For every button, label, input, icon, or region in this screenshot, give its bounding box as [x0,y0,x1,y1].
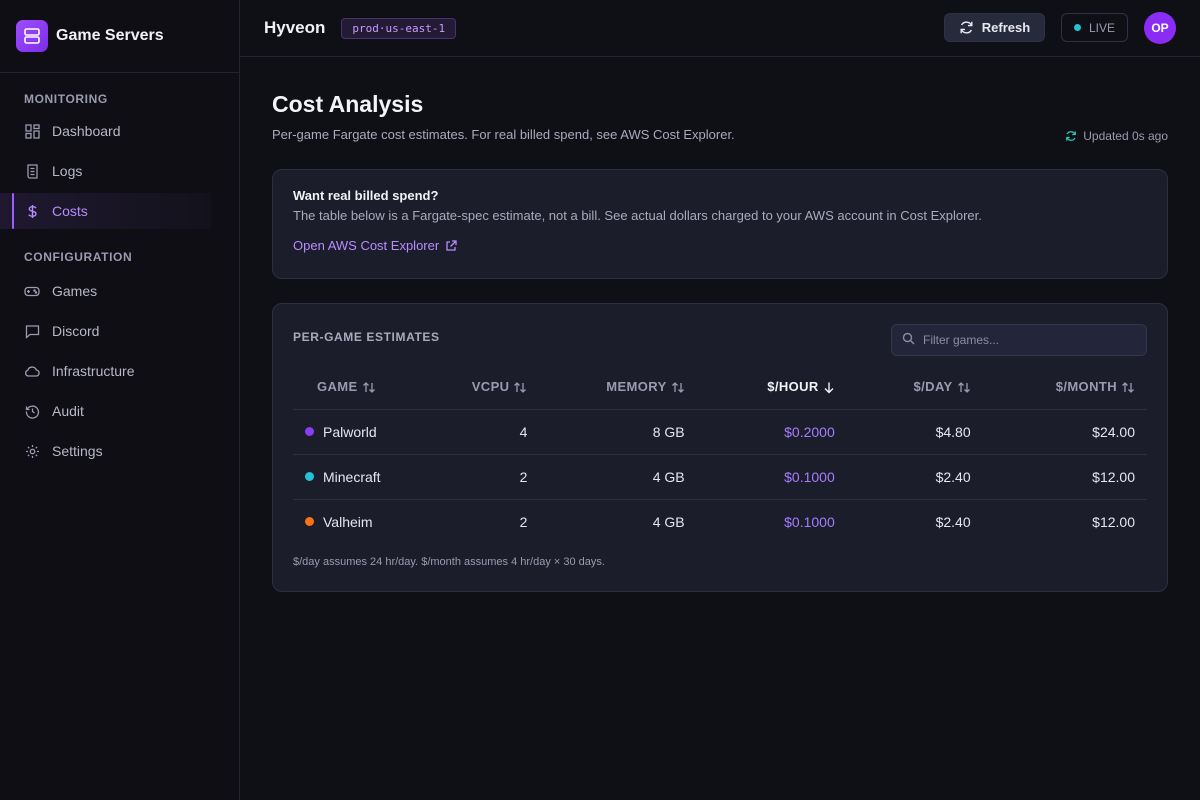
refresh-label: Refresh [981,20,1031,35]
vcpu-cell: 2 [386,454,540,500]
nav-section-configuration: CONFIGURATION [24,250,133,264]
column-header-memory[interactable]: MEMORY [539,364,697,410]
column-header-month[interactable]: $/MONTH [982,364,1147,410]
sort-icon [513,381,527,394]
estimates-title: PER-GAME ESTIMATES [293,330,440,344]
sidebar-item-dashboard[interactable]: Dashboard [0,113,211,149]
sidebar-item-label: Infrastructure [52,363,135,379]
external-link-icon [445,239,457,252]
table-row[interactable]: Minecraft 2 4 GB $0.1000 $2.40 $12.00 [293,454,1147,500]
hourly-cost-cell: $0.1000 [696,454,847,500]
estimates-footnote: $/day assumes 24 hr/day. $/month assumes… [293,556,605,568]
dashboard-icon [24,123,40,139]
live-indicator[interactable]: LIVE [1061,13,1128,42]
logs-icon [24,163,40,179]
table-row[interactable]: Valheim 2 4 GB $0.1000 $2.40 $12.00 [293,499,1147,544]
daily-cost-cell: $2.40 [846,454,983,500]
refresh-button[interactable]: Refresh [944,13,1045,42]
refresh-icon [959,20,974,35]
column-header-day[interactable]: $/DAY [846,364,983,410]
game-name: Palworld [323,423,377,440]
sidebar-item-label: Games [52,283,98,299]
sidebar-item-costs[interactable]: Costs [0,193,211,229]
sidebar-item-discord[interactable]: Discord [0,313,211,349]
chat-icon [24,323,40,339]
gear-icon [24,443,40,459]
main-content: Cost Analysis Per-game Fargate cost esti… [240,56,1200,800]
env-badge: prod·us-east-1 [341,17,457,39]
daily-cost-cell: $2.40 [935,513,971,530]
sidebar: Game Servers MONITORING Dashboard Logs C… [0,0,240,800]
sidebar-item-label: Discord [52,323,100,339]
sidebar-item-label: Audit [52,403,84,419]
updated-label: Updated 0s ago [1083,129,1168,143]
avatar[interactable]: OP [1144,12,1176,44]
game-color-dot [305,517,314,527]
cloud-icon [24,363,40,379]
hourly-cost-cell: $0.2000 [696,409,847,455]
cost-explorer-callout: Want real billed spend? The table below … [272,169,1168,279]
memory-cell: 4 GB [652,513,685,530]
monthly-cost-cell: $12.00 [1092,513,1135,530]
sidebar-item-logs[interactable]: Logs [0,153,211,189]
hourly-cost-cell: $0.1000 [784,513,835,530]
sidebar-item-label: Costs [52,203,88,219]
monthly-cost-cell: $12.00 [982,454,1147,500]
page-title: Cost Analysis [272,91,424,117]
vcpu-cell: 4 [386,409,540,455]
sidebar-item-games[interactable]: Games [0,273,211,309]
app-name: Hyveon [264,18,326,37]
live-dot-icon [1073,24,1081,31]
history-icon [24,403,40,419]
filter-games-input[interactable] [923,333,1143,347]
sidebar-item-audit[interactable]: Audit [0,393,211,429]
estimates-table: GAME VCPU MEMORY $/HOUR $/DAY $/MONTH Pa… [293,364,1147,544]
estimates-card: PER-GAME ESTIMATES GAME VCPU MEMORY $/HO… [272,303,1168,592]
sidebar-item-settings[interactable]: Settings [0,433,211,469]
cost-explorer-link[interactable]: Open AWS Cost Explorer [293,238,1147,253]
nav-section-monitoring: MONITORING [24,92,108,106]
filter-games-field[interactable] [891,324,1147,356]
daily-cost-cell: $4.80 [846,409,983,455]
dollar-icon [24,203,40,219]
search-icon [902,332,915,348]
table-row[interactable]: Palworld 4 8 GB $0.2000 $4.80 $24.00 [293,409,1147,455]
sort-icon [671,381,685,394]
callout-body: The table below is a Fargate-spec estima… [293,208,982,223]
server-logo-icon [16,20,48,52]
sidebar-item-label: Logs [52,163,83,179]
live-label: LIVE [1088,20,1115,35]
brand-title: Game Servers [56,27,164,44]
sort-desc-icon [823,381,835,394]
memory-cell: 4 GB [539,454,697,500]
game-name: Minecraft [323,468,381,485]
sort-icon [957,381,971,394]
callout-title: Want real billed spend? [293,188,439,203]
sort-icon [362,381,376,394]
column-header-game[interactable]: GAME [293,364,387,410]
memory-cell: 8 GB [539,409,697,455]
column-header-vcpu[interactable]: VCPU [386,364,540,410]
vcpu-cell: 2 [519,513,528,530]
cost-explorer-link-label: Open AWS Cost Explorer [293,238,440,253]
page-subtitle: Per-game Fargate cost estimates. For rea… [272,127,735,142]
sort-icon [1121,381,1135,394]
sidebar-item-label: Settings [52,443,103,459]
sidebar-item-label: Dashboard [52,123,121,139]
sync-icon [1065,130,1077,142]
sidebar-item-infrastructure[interactable]: Infrastructure [0,353,211,389]
topbar: Hyveon prod·us-east-1 Refresh LIVE OP [240,0,1200,56]
updated-status: Updated 0s ago [1065,129,1168,143]
game-name: Valheim [323,513,373,530]
brand[interactable]: Game Servers [0,0,239,73]
monthly-cost-cell: $24.00 [982,409,1147,455]
column-header-hour[interactable]: $/HOUR [696,364,847,410]
game-color-dot [305,472,314,481]
game-color-dot [305,427,314,436]
gamepad-icon [24,283,40,299]
table-header-row: GAME VCPU MEMORY $/HOUR $/DAY $/MONTH [293,364,1147,410]
